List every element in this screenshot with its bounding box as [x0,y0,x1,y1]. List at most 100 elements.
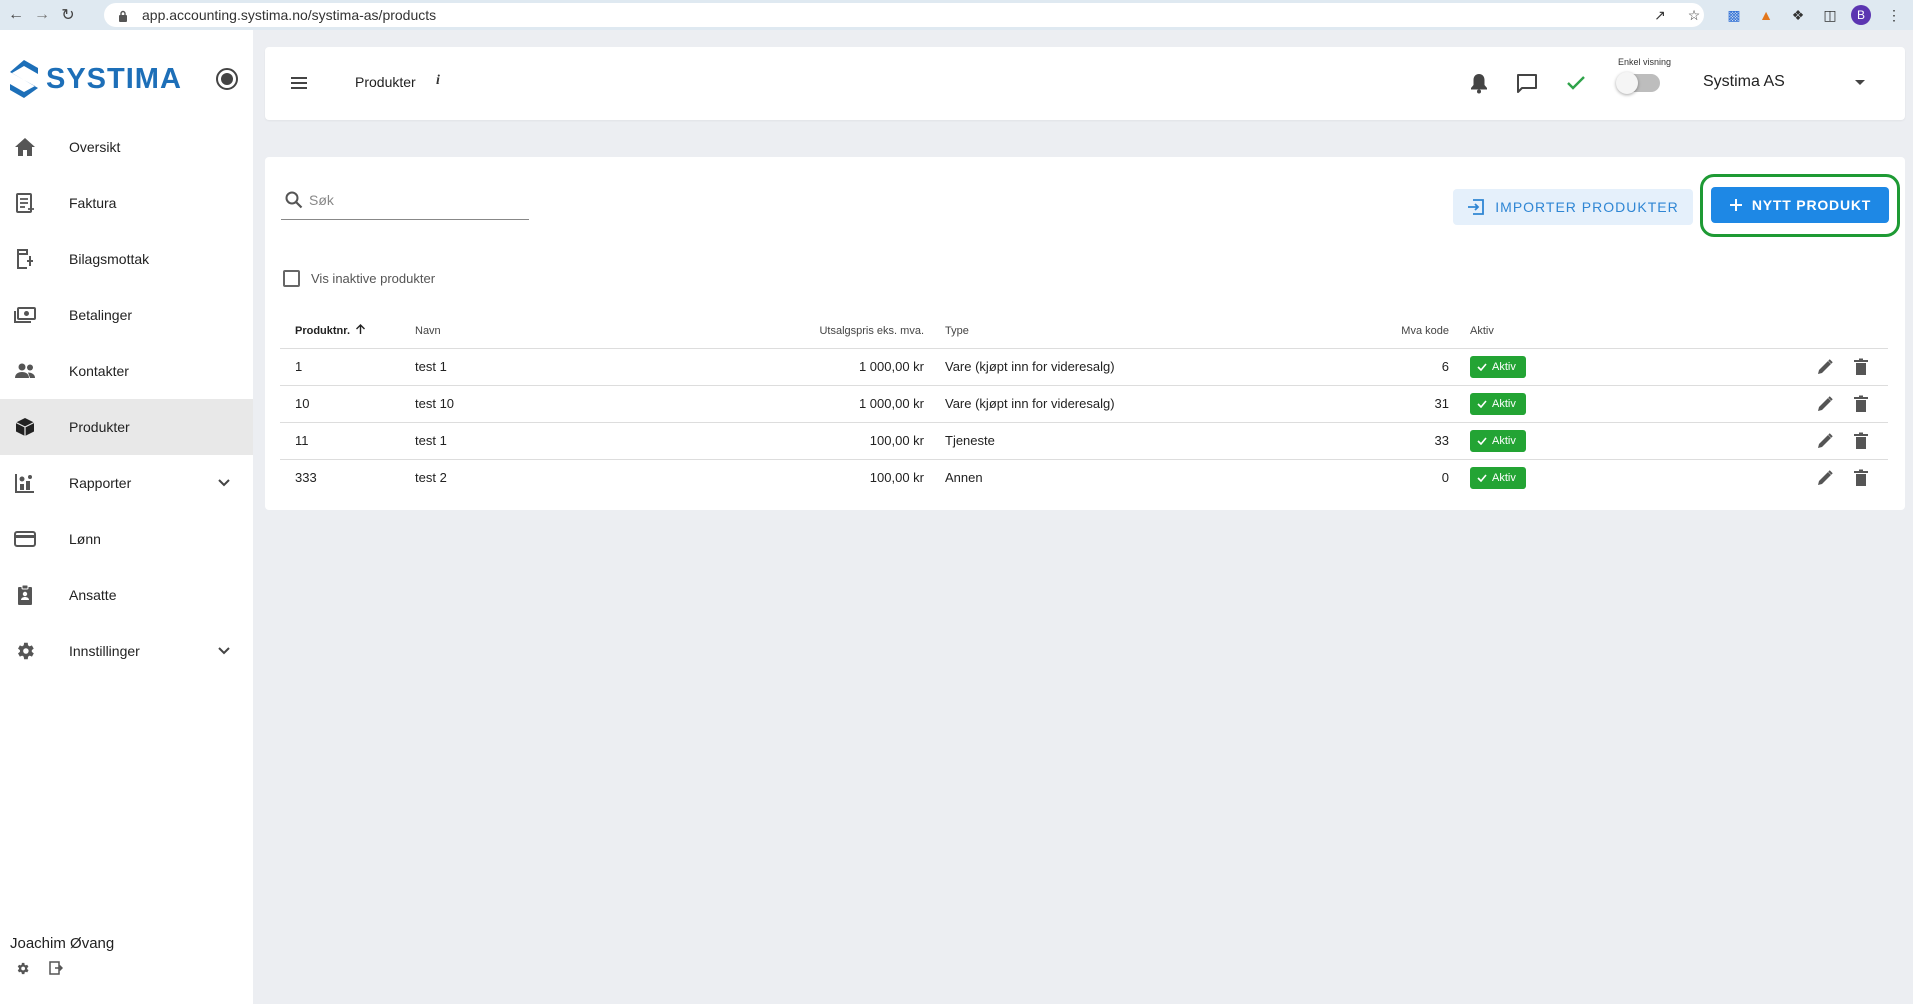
fox-extension-icon[interactable]: ▲ [1756,5,1776,25]
bookmark-star-icon[interactable]: ☆ [1684,5,1704,25]
check-icon[interactable] [1564,71,1588,95]
logout-icon[interactable] [48,960,64,976]
reload-icon[interactable]: ↻ [58,5,78,25]
table-row[interactable]: 333 test 2 100,00 kr Annen 0 Aktiv [280,459,1888,496]
check-icon [1477,362,1487,371]
top-bar: Produkter i Enkel visning Systima AS [265,47,1905,120]
edit-pencil-icon[interactable] [1814,393,1836,415]
cell-product-number: 11 [280,422,400,460]
cell-vat-code: 6 [1310,348,1455,386]
cell-vat-code: 0 [1441,470,1449,486]
systima-logo[interactable]: SYSTIMA [8,58,182,100]
edit-pencil-icon[interactable] [1814,467,1836,489]
info-icon[interactable]: i [436,73,440,89]
kebab-menu-icon[interactable]: ⋮ [1884,5,1904,25]
payments-icon [13,303,37,327]
caret-down-icon[interactable] [1855,80,1865,85]
edit-pencil-icon[interactable] [1814,430,1836,452]
reports-icon [13,471,37,495]
browser-toolbar: ← → ↻ app.accounting.systima.no/systima-… [0,0,1913,30]
sidebar-item-innstillinger[interactable]: Innstillinger [0,623,253,679]
user-settings-icon[interactable] [14,960,30,976]
sidebar-item-bilagsmottak[interactable]: Bilagsmottak [0,231,253,287]
back-icon[interactable]: ← [6,5,26,25]
chevron-down-icon[interactable] [215,474,233,492]
box-icon [13,415,37,439]
status-badge: Aktiv [1470,355,1526,378]
products-table: Produktnr. Navn Utsalgspris eks. mva. Ty… [280,314,1888,496]
table-row[interactable]: 1 test 1 1 000,00 kr Vare (kjøpt inn for… [280,348,1888,386]
column-header-mva-kode[interactable]: Mva kode [1310,314,1455,349]
table-row[interactable]: 11 test 1 100,00 kr Tjeneste 33 Aktiv [280,422,1888,460]
table-row[interactable]: 10 test 10 1 000,00 kr Vare (kjøpt inn f… [280,385,1888,423]
new-product-button[interactable]: NYTT PRODUKT [1711,187,1889,223]
sidebar-item-produkter[interactable]: Produkter [0,399,253,455]
sidebar-item-kontakter[interactable]: Kontakter [0,343,253,399]
table-header-row: Produktnr. Navn Utsalgspris eks. mva. Ty… [280,314,1888,349]
side-panel-icon[interactable]: ◫ [1820,5,1840,25]
sidebar-item-label: Faktura [69,195,117,211]
bell-icon[interactable] [1467,71,1491,95]
column-header-actions [1605,314,1888,349]
cell-price: 100,00 kr [869,470,924,486]
cell-name: test 1 [400,348,710,386]
column-header-aktiv[interactable]: Aktiv [1455,314,1605,349]
simple-view-label: Enkel visning [1618,57,1672,67]
contacts-icon [13,359,37,383]
products-card: IMPORTER PRODUKTER NYTT PRODUKT Vis inak… [265,157,1905,510]
sidebar-item-betalinger[interactable]: Betalinger [0,287,253,343]
sidebar-item-rapporter[interactable]: Rapporter [0,455,253,511]
sidebar: SYSTIMA Oversikt Faktura Bilagsmottak Be… [0,30,253,1004]
cell-product-number: 1 [280,348,400,386]
search-field [281,184,529,220]
sidebar-item-oversikt[interactable]: Oversikt [0,119,253,175]
import-icon [1468,199,1485,215]
hamburger-menu-icon[interactable] [289,73,309,93]
chat-icon[interactable] [1515,71,1539,95]
company-selector[interactable]: Systima AS [1703,73,1785,91]
sidebar-item-faktura[interactable]: Faktura [0,175,253,231]
sidebar-item-label: Produkter [69,419,130,435]
column-header-price[interactable]: Utsalgspris eks. mva. [710,314,930,349]
puzzle-icon[interactable]: ❖ [1788,5,1808,25]
import-products-button[interactable]: IMPORTER PRODUKTER [1453,189,1693,225]
record-icon[interactable] [216,68,238,90]
sidebar-item-ansatte[interactable]: Ansatte [0,567,253,623]
sidebar-item-lonn[interactable]: Lønn [0,511,253,567]
cell-product-number: 333 [295,470,317,486]
column-header-produktnr[interactable]: Produktnr. [280,314,400,349]
cell-active: Aktiv [1455,422,1605,460]
extension-icon[interactable]: ▩ [1724,5,1744,25]
check-icon [1477,399,1487,408]
status-badge-label: Aktiv [1492,397,1516,410]
forward-icon[interactable]: → [32,5,52,25]
column-header-type[interactable]: Type [930,314,1310,349]
card-icon [13,527,37,551]
chevron-down-icon[interactable] [215,642,233,660]
share-icon[interactable]: ↗ [1650,5,1670,25]
cell-type: Vare (kjøpt inn for videresalg) [930,348,1310,386]
show-inactive-label[interactable]: Vis inaktive produkter [311,271,435,286]
cell-type: Vare (kjøpt inn for videresalg) [930,385,1310,423]
column-header-navn[interactable]: Navn [400,314,710,349]
cell-product-number: 10 [280,385,400,423]
cell-actions [1605,459,1888,496]
delete-trash-icon[interactable] [1850,467,1872,489]
gear-icon [13,639,37,663]
sidebar-item-label: Oversikt [69,139,121,155]
search-input[interactable] [309,188,524,212]
check-icon [1477,436,1487,445]
profile-avatar[interactable]: B [1851,5,1871,25]
plus-icon [1729,199,1742,211]
column-header-label: Produktnr. [295,325,351,338]
delete-trash-icon[interactable] [1850,430,1872,452]
edit-pencil-icon[interactable] [1814,356,1836,378]
cell-actions [1605,348,1888,386]
new-product-label: NYTT PRODUKT [1751,197,1872,213]
delete-trash-icon[interactable] [1850,356,1872,378]
delete-trash-icon[interactable] [1850,393,1872,415]
address-bar[interactable]: app.accounting.systima.no/systima-as/pro… [104,3,1704,27]
show-inactive-checkbox[interactable] [283,270,300,287]
status-badge-label: Aktiv [1492,471,1516,484]
simple-view-toggle[interactable] [1616,72,1660,94]
